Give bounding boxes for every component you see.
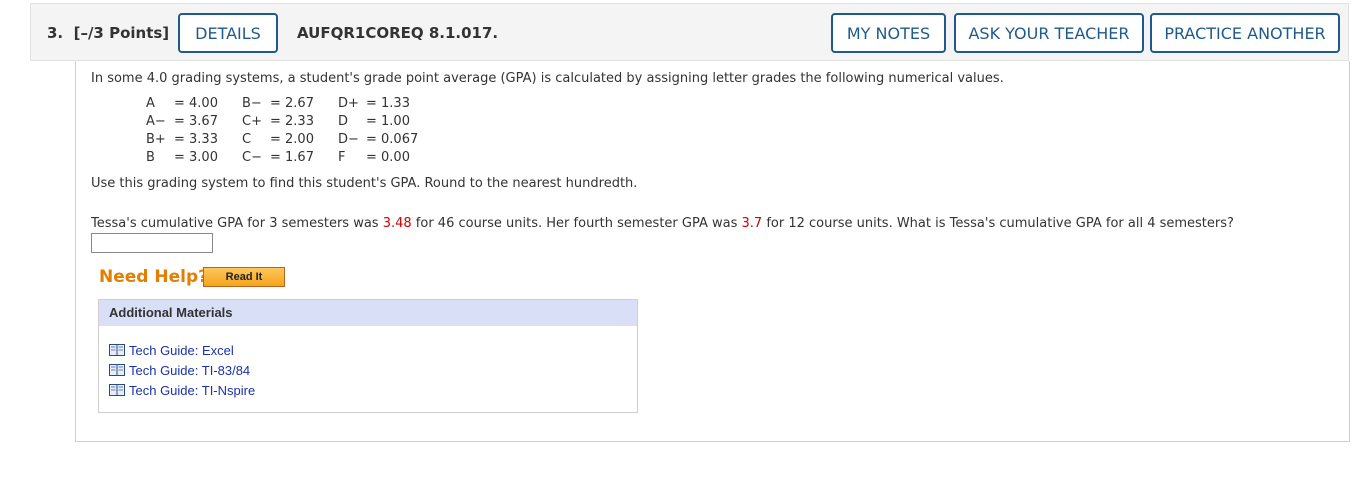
material-link-label[interactable]: Tech Guide: Excel	[129, 343, 234, 358]
grade-value: = 2.67	[270, 96, 314, 111]
question-number-points: 3. [–/3 Points]	[47, 24, 169, 42]
grade-value: = 0.00	[366, 150, 410, 165]
gpa-value-1: 3.48	[382, 216, 412, 231]
grade-letter: A	[146, 96, 155, 111]
practice-another-button[interactable]: PRACTICE ANOTHER	[1150, 13, 1340, 53]
grade-value: = 1.67	[270, 150, 314, 165]
grade-letter: C−	[242, 150, 262, 165]
grade-letter: A−	[146, 114, 166, 129]
grade-value: = 0.067	[366, 132, 419, 147]
grade-value: = 3.67	[174, 114, 218, 129]
question-header: 3. [–/3 Points] DETAILS AUFQR1COREQ 8.1.…	[30, 3, 1349, 61]
grade-letter: C	[242, 132, 252, 147]
need-help-label: Need Help?	[99, 267, 208, 287]
grade-value: = 1.33	[366, 96, 410, 111]
details-button[interactable]: DETAILS	[178, 13, 278, 53]
grade-letter: B	[146, 150, 155, 165]
grade-value: = 2.33	[270, 114, 314, 129]
answer-input[interactable]	[91, 233, 213, 253]
materials-list: Tech Guide: Excel Tech Guide: TI-83/84 T…	[109, 340, 255, 400]
grade-row: B+ = 3.33 C = 2.00 D− = 0.067	[146, 131, 434, 149]
grade-row: A = 4.00 B− = 2.67 D+ = 1.33	[146, 95, 434, 113]
my-notes-button[interactable]: MY NOTES	[831, 13, 946, 53]
grade-letter: D+	[338, 96, 359, 111]
ask-teacher-button[interactable]: ASK YOUR TEACHER	[954, 13, 1144, 53]
question-number: 3.	[47, 24, 64, 42]
problem-text-2: for 46 course units. Her fourth semester…	[411, 216, 742, 231]
grade-value: = 4.00	[174, 96, 218, 111]
question-intro: In some 4.0 grading systems, a student's…	[91, 71, 1004, 86]
tech-guide-excel-link[interactable]: Tech Guide: Excel	[109, 340, 255, 360]
book-icon	[109, 344, 125, 356]
material-link-label[interactable]: Tech Guide: TI-Nspire	[129, 383, 255, 398]
points-label: [–/3 Points]	[73, 24, 170, 42]
read-it-button[interactable]: Read It	[203, 267, 285, 287]
book-icon	[109, 384, 125, 396]
grade-row: B = 3.00 C− = 1.67 F = 0.00	[146, 149, 434, 167]
gpa-value-2: 3.7	[741, 216, 763, 231]
grade-row: A− = 3.67 C+ = 2.33 D = 1.00	[146, 113, 434, 131]
grade-letter: C+	[242, 114, 262, 129]
grade-value: = 1.00	[366, 114, 410, 129]
grade-letter: B+	[146, 132, 166, 147]
additional-materials-panel: Additional Materials Tech Guide: Excel T…	[98, 299, 638, 413]
tech-guide-tinspire-link[interactable]: Tech Guide: TI-Nspire	[109, 380, 255, 400]
grade-letter: B−	[242, 96, 262, 111]
problem-text-3: for 12 course units. What is Tessa's cum…	[762, 216, 1234, 231]
question-instruction: Use this grading system to find this stu…	[91, 176, 638, 191]
grade-letter: D−	[338, 132, 359, 147]
question-body: In some 4.0 grading systems, a student's…	[75, 61, 1350, 442]
grade-value: = 3.00	[174, 150, 218, 165]
book-icon	[109, 364, 125, 376]
problem-text-1: Tessa's cumulative GPA for 3 semesters w…	[91, 216, 383, 231]
grade-values-table: A = 4.00 B− = 2.67 D+ = 1.33 A− = 3.67 C+ = 2…	[146, 95, 434, 167]
grade-value: = 2.00	[270, 132, 314, 147]
question-code: AUFQR1COREQ 8.1.017.	[297, 24, 499, 42]
problem-statement: Tessa's cumulative GPA for 3 semesters w…	[91, 216, 1234, 231]
tech-guide-ti83-link[interactable]: Tech Guide: TI-83/84	[109, 360, 255, 380]
material-link-label[interactable]: Tech Guide: TI-83/84	[129, 363, 250, 378]
grade-letter: F	[338, 150, 346, 165]
grade-letter: D	[338, 114, 349, 129]
additional-materials-title: Additional Materials	[99, 300, 637, 326]
grade-value: = 3.33	[174, 132, 218, 147]
